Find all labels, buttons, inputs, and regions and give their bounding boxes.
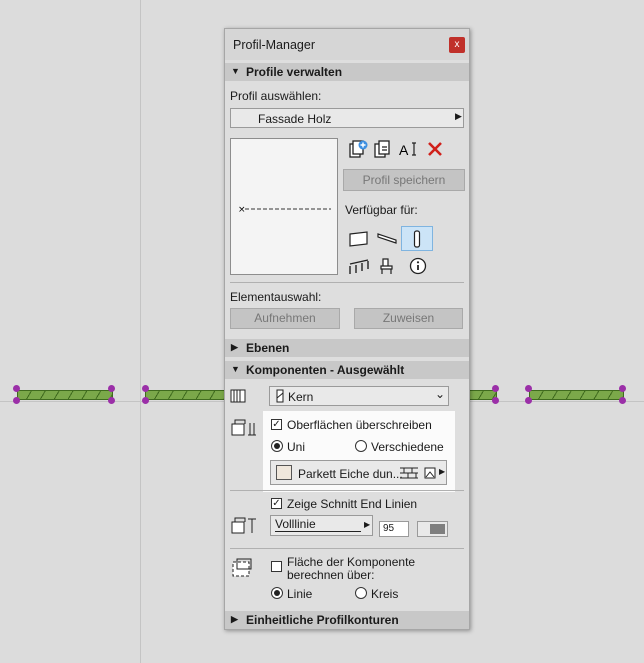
area-calc-checkbox[interactable]	[271, 561, 282, 572]
line-radio-label: Linie	[287, 587, 313, 601]
beam-type-icon[interactable]	[375, 228, 399, 250]
area-calc-label-line1: Fläche der Komponente	[287, 555, 416, 569]
line-sample	[275, 531, 361, 532]
section-components[interactable]: ▼ Komponenten - Ausgewählt	[225, 361, 469, 379]
chevron-down-icon: ▼	[231, 66, 240, 76]
rename-profile-icon[interactable]: A	[397, 138, 419, 160]
wall-node[interactable]	[492, 397, 499, 404]
section-label: Komponenten - Ausgewählt	[246, 363, 405, 377]
wall-segment[interactable]	[529, 390, 624, 400]
railing-type-icon[interactable]	[347, 255, 371, 277]
info-icon[interactable]	[407, 255, 429, 277]
pen-color-picker[interactable]	[417, 521, 448, 537]
brick-hatch-icon	[400, 467, 418, 479]
wall-node[interactable]	[525, 397, 532, 404]
divider	[230, 490, 464, 491]
wall-node[interactable]	[108, 397, 115, 404]
various-radio[interactable]	[355, 440, 367, 452]
component-dropdown-value: Kern	[288, 390, 314, 404]
chevron-right-icon: ▶	[455, 111, 462, 121]
object-type-icon[interactable]	[375, 255, 399, 277]
duplicate-profile-icon[interactable]	[372, 138, 394, 160]
wall-segment[interactable]	[145, 390, 227, 400]
profile-dropdown-value: Fassade Holz	[258, 112, 332, 126]
surface-material-value: Parkett Eiche dun...	[298, 467, 403, 481]
wall-node[interactable]	[108, 385, 115, 392]
section-label: Ebenen	[246, 341, 290, 355]
select-profile-label: Profil auswählen:	[230, 89, 322, 103]
close-button[interactable]: x	[449, 37, 465, 53]
uni-radio[interactable]	[271, 440, 283, 452]
wall-node[interactable]	[619, 385, 626, 392]
component-structure-icon	[229, 387, 247, 405]
pick-up-button[interactable]: Aufnehmen	[230, 308, 340, 329]
area-calc-icon	[229, 557, 257, 579]
wall-type-icon[interactable]	[347, 228, 371, 250]
section-ebenen[interactable]: ▶ Ebenen	[225, 339, 469, 357]
line-type-dropdown[interactable]: Volllinie ▶	[270, 515, 373, 536]
line-type-value: Volllinie	[275, 517, 316, 531]
circle-radio[interactable]	[355, 587, 367, 599]
uni-radio-label: Uni	[287, 440, 306, 454]
wall-node[interactable]	[142, 385, 149, 392]
section-uniform-contours[interactable]: ▶ Einheitliche Profilkonturen	[225, 611, 469, 629]
core-component-icon	[276, 389, 284, 403]
chevron-down-icon: ▼	[231, 364, 240, 374]
override-surfaces-label: Oberflächen überschreiben	[287, 418, 432, 432]
element-selection-label: Elementauswahl:	[230, 290, 322, 304]
chevron-right-icon: ▶	[439, 467, 446, 476]
chevron-right-icon: ▶	[364, 520, 371, 529]
new-profile-icon[interactable]	[347, 138, 369, 160]
pen-color-swatch	[430, 524, 445, 534]
assign-button[interactable]: Zuweisen	[354, 308, 463, 329]
svg-text:×: ×	[238, 205, 246, 215]
wall-node[interactable]	[13, 385, 20, 392]
various-radio-label: Verschiedene	[371, 440, 444, 454]
column-type-icon[interactable]	[401, 226, 433, 251]
available-for-label: Verfügbar für:	[345, 203, 418, 217]
wall-node[interactable]	[525, 385, 532, 392]
override-surfaces-checkbox[interactable]: ✓	[271, 419, 282, 430]
window-title: Profil-Manager	[233, 38, 315, 52]
section-label: Einheitliche Profilkonturen	[246, 613, 399, 627]
divider	[230, 548, 464, 549]
line-radio[interactable]	[271, 587, 283, 599]
profile-dropdown[interactable]: Fassade Holz ▶	[230, 108, 464, 128]
delete-profile-icon[interactable]	[424, 138, 446, 160]
pen-number-field[interactable]: 95	[379, 521, 409, 537]
chevron-down-icon: ⌄	[435, 387, 446, 401]
surface-override-icon	[229, 416, 259, 438]
profile-preview: ×	[230, 138, 338, 275]
component-dropdown[interactable]: Kern ⌄	[269, 386, 449, 406]
divider	[230, 282, 464, 283]
wall-node[interactable]	[619, 397, 626, 404]
chevron-right-icon: ▶	[231, 614, 238, 624]
surface-material-dropdown[interactable]: Parkett Eiche dun... ▶	[270, 460, 447, 485]
texture-icon	[424, 467, 436, 479]
circle-radio-label: Kreis	[371, 587, 399, 601]
section-label: Profile verwalten	[246, 65, 343, 79]
wall-node[interactable]	[142, 397, 149, 404]
material-swatch	[276, 465, 292, 480]
section-profile-manage[interactable]: ▼ Profile verwalten	[225, 63, 469, 81]
title-bar[interactable]: Profil-Manager x	[225, 29, 469, 60]
save-profile-button[interactable]: Profil speichern	[343, 169, 465, 191]
wall-node[interactable]	[492, 385, 499, 392]
show-end-lines-label: Zeige Schnitt End Linien	[287, 497, 418, 511]
grid-line	[140, 0, 141, 663]
area-calc-label-line2: berechnen über:	[287, 568, 375, 582]
chevron-right-icon: ▶	[231, 342, 238, 352]
end-lines-icon	[229, 514, 259, 536]
show-end-lines-checkbox[interactable]: ✓	[271, 498, 282, 509]
wall-node[interactable]	[13, 397, 20, 404]
svg-text:A: A	[399, 142, 409, 158]
wall-segment[interactable]	[17, 390, 113, 400]
profile-manager-panel: Profil-Manager x ▼ Profile verwalten Pro…	[224, 28, 470, 630]
